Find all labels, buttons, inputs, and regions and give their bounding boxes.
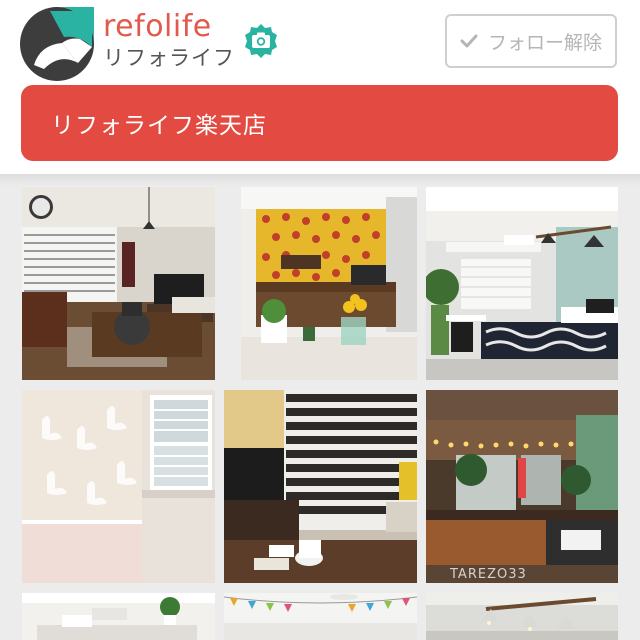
- white-interior-photo: [22, 593, 215, 640]
- photo-tile-5[interactable]: [224, 390, 417, 583]
- unfollow-button[interactable]: フォロー解除: [445, 14, 617, 68]
- yellow-wallpaper-photo: [241, 187, 417, 380]
- photo-tile-1[interactable]: [22, 187, 215, 380]
- brand-name: refolife リフォライフ: [103, 10, 235, 72]
- bedroom-photo: [426, 187, 618, 380]
- photo-tile-9[interactable]: [426, 593, 618, 640]
- photo-tile-7[interactable]: [22, 593, 215, 640]
- photo-watermark: TAREZO33: [450, 567, 527, 582]
- photo-tile-3[interactable]: [426, 187, 618, 380]
- shop-link-label: リフォライフ楽天店: [51, 113, 267, 139]
- camera-icon[interactable]: [243, 23, 279, 59]
- grid-top-shadow: [0, 174, 640, 186]
- string-lights-room-photo: [426, 390, 618, 583]
- shop-link-banner[interactable]: リフォライフ楽天店: [21, 85, 618, 161]
- profile-page: refolife リフォライフ フォロー解除 リフォライフ楽天店 TAREZO3…: [0, 0, 640, 640]
- swan-wallpaper-photo: [22, 390, 215, 583]
- refolife-logo-icon[interactable]: [20, 7, 94, 81]
- photo-tile-4[interactable]: [22, 390, 215, 583]
- photo-tile-2[interactable]: [241, 187, 417, 380]
- blinds-room-photo: [224, 390, 417, 583]
- photo-tile-8[interactable]: [224, 593, 417, 640]
- check-icon: [460, 34, 478, 48]
- profile-header: refolife リフォライフ フォロー解除: [0, 0, 640, 84]
- bunting-room-photo: [224, 593, 417, 640]
- photo-tile-6[interactable]: [426, 390, 618, 583]
- living-room-photo: [22, 187, 215, 380]
- lamp-room-photo: [426, 593, 618, 640]
- unfollow-button-label: フォロー解除: [487, 31, 602, 54]
- brand-name-ja: リフォライフ: [103, 46, 235, 70]
- brand-name-en: refolife: [103, 9, 212, 44]
